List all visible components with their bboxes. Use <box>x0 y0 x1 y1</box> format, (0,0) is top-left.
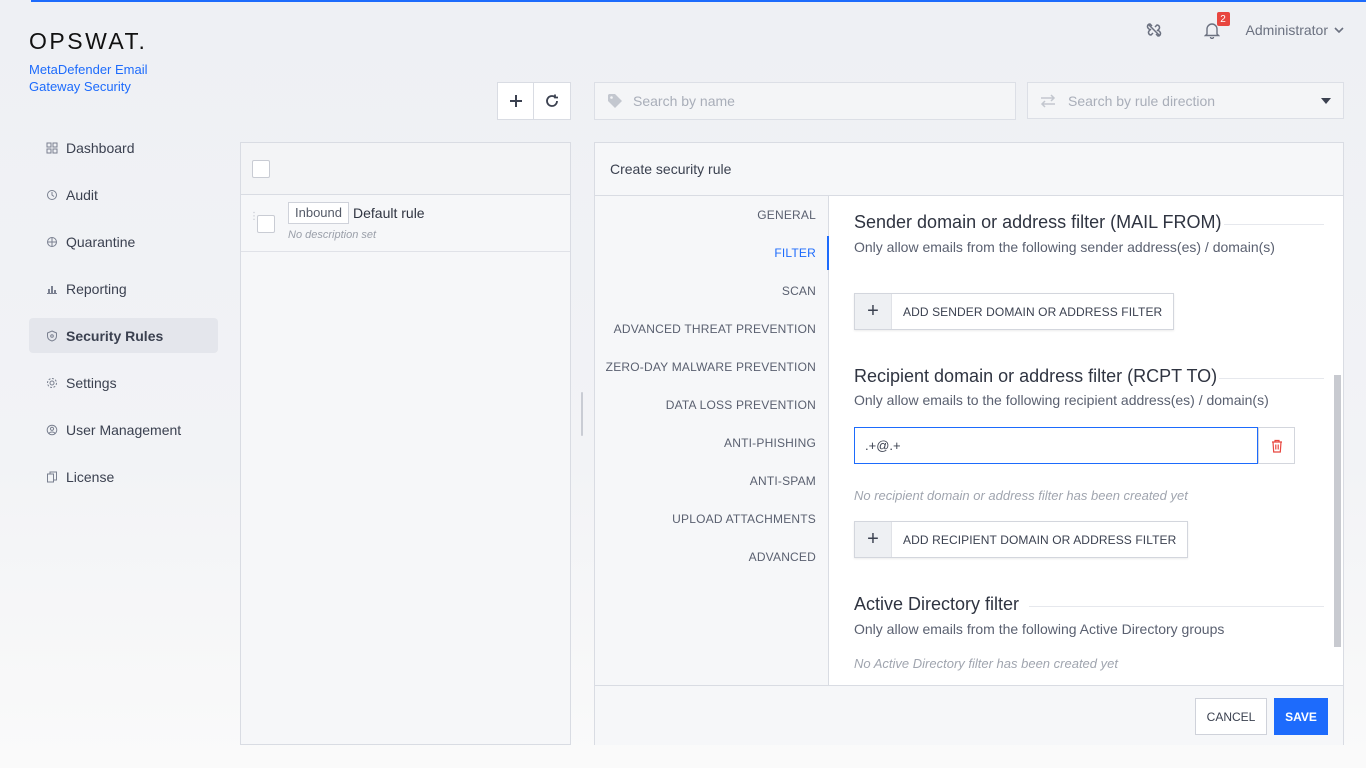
rule-toolbar <box>497 82 571 120</box>
active-directory-filter-subtitle: Only allow emails from the following Act… <box>854 621 1225 637</box>
rule-direction-tag: Inbound <box>288 202 349 224</box>
header-actions: 2 Administrator <box>1142 12 1344 42</box>
plus-icon <box>509 95 522 107</box>
filter-tab-content: Sender domain or address filter (MAIL FR… <box>830 196 1329 685</box>
search-by-name <box>594 82 1016 120</box>
add-rule-button[interactable] <box>497 82 534 120</box>
active-directory-empty-note: No Active Directory filter has been crea… <box>854 656 1118 671</box>
sidebar-item-settings[interactable]: Settings <box>29 365 218 400</box>
active-directory-filter-title: Active Directory filter <box>854 594 1020 614</box>
save-button[interactable]: SAVE <box>1274 698 1328 735</box>
caret-down-icon <box>1321 97 1331 104</box>
user-name: Administrator <box>1245 22 1328 38</box>
recipient-filter-subtitle: Only allow emails to the following recip… <box>854 392 1269 408</box>
sender-filter-title: Sender domain or address filter (MAIL FR… <box>854 212 1222 232</box>
brand-logo: OPSWAT. <box>29 28 148 54</box>
sidebar-item-label: User Management <box>66 421 182 438</box>
rule-description: No description set <box>288 229 377 241</box>
tab-advanced-threat-prevention[interactable]: ADVANCED THREAT PREVENTION <box>595 310 828 348</box>
content-scrollbar[interactable] <box>1334 375 1341 647</box>
top-accent-line <box>31 0 1366 2</box>
rule-row[interactable]: ⋮ Inbound Default rule No description se… <box>241 195 570 252</box>
tab-anti-spam[interactable]: ANTI-SPAM <box>595 462 828 500</box>
plus-icon: + <box>855 522 892 557</box>
sidebar-item-dashboard[interactable]: Dashboard <box>29 130 218 165</box>
add-recipient-filter-button[interactable]: + ADD RECIPIENT DOMAIN OR ADDRESS FILTER <box>854 521 1189 558</box>
recipient-filter-title: Recipient domain or address filter (RCPT… <box>854 366 1218 386</box>
editor-title: Create security rule <box>595 143 1343 196</box>
tab-zero-day-malware-prevention[interactable]: ZERO-DAY MALWARE PREVENTION <box>595 348 828 386</box>
sidebar-item-security-rules[interactable]: Security Rules <box>29 318 218 353</box>
sidebar-item-label: Security Rules <box>66 327 164 344</box>
tab-general[interactable]: GENERAL <box>595 196 828 234</box>
panel-resize-handle[interactable] <box>581 392 583 436</box>
unlink-icon[interactable] <box>1142 18 1166 42</box>
sidebar-item-reporting[interactable]: Reporting <box>29 271 218 306</box>
sidebar-item-label: License <box>66 468 115 485</box>
rule-list-header <box>241 143 570 195</box>
sidebar-item-label: Reporting <box>66 280 127 297</box>
sidebar-item-label: Dashboard <box>66 139 135 156</box>
select-all-checkbox[interactable] <box>252 159 270 178</box>
swap-arrows-icon <box>1040 93 1056 108</box>
tab-advanced[interactable]: ADVANCED <box>595 538 828 576</box>
sender-filter-subtitle: Only allow emails from the following sen… <box>854 239 1275 255</box>
audit-icon <box>46 189 58 201</box>
tab-upload-attachments[interactable]: UPLOAD ATTACHMENTS <box>595 500 828 538</box>
tab-filter[interactable]: FILTER <box>595 234 829 272</box>
cancel-button[interactable]: CANCEL <box>1195 698 1267 735</box>
user-icon <box>46 424 58 436</box>
quarantine-icon <box>46 236 58 248</box>
search-direction-input[interactable] <box>1068 92 1321 109</box>
notification-count-badge: 2 <box>1216 12 1230 26</box>
section-divider <box>1219 378 1324 379</box>
sidebar-item-user-management[interactable]: User Management <box>29 412 218 447</box>
product-name: MetaDefender Email Gateway Security <box>29 62 148 94</box>
chevron-down-icon <box>1334 27 1344 33</box>
gear-icon <box>46 377 58 389</box>
sidebar-item-quarantine[interactable]: Quarantine <box>29 224 218 259</box>
refresh-button[interactable] <box>534 82 571 120</box>
chart-icon <box>46 283 58 295</box>
delete-filter-button[interactable] <box>1258 427 1295 464</box>
search-name-input[interactable] <box>633 93 1015 109</box>
tab-anti-phishing[interactable]: ANTI-PHISHING <box>595 424 828 462</box>
sidebar-nav: Dashboard Audit Quarantine Reporting Sec… <box>29 130 218 506</box>
logo: OPSWAT. MetaDefender Email Gateway Secur… <box>29 28 169 95</box>
plus-icon: + <box>855 294 892 329</box>
user-menu[interactable]: Administrator <box>1246 22 1344 38</box>
rule-name: Default rule <box>353 205 425 221</box>
sidebar-item-label: Settings <box>66 374 117 391</box>
rule-checkbox[interactable] <box>257 215 275 233</box>
tab-scan[interactable]: SCAN <box>595 272 828 310</box>
shield-icon <box>46 329 58 342</box>
rule-editor-panel: Create security rule GENERAL FILTER SCAN… <box>594 142 1344 745</box>
add-recipient-filter-label: ADD RECIPIENT DOMAIN OR ADDRESS FILTER <box>903 532 1177 547</box>
recipient-filter-input[interactable] <box>854 427 1258 464</box>
rule-list: ⋮ Inbound Default rule No description se… <box>240 142 571 745</box>
license-icon <box>46 471 58 483</box>
search-by-direction-select[interactable] <box>1027 82 1344 119</box>
tag-icon <box>608 94 622 108</box>
sidebar-item-license[interactable]: License <box>29 459 218 494</box>
editor-footer: CANCEL SAVE <box>595 685 1343 745</box>
add-sender-filter-button[interactable]: + ADD SENDER DOMAIN OR ADDRESS FILTER <box>854 293 1175 330</box>
editor-tabs: GENERAL FILTER SCAN ADVANCED THREAT PREV… <box>595 196 829 685</box>
trash-icon <box>1271 439 1282 453</box>
section-divider <box>1029 606 1324 607</box>
recipient-empty-note: No recipient domain or address filter ha… <box>854 488 1188 503</box>
tab-data-loss-prevention[interactable]: DATA LOSS PREVENTION <box>595 386 828 424</box>
refresh-icon <box>546 94 558 107</box>
add-sender-filter-label: ADD SENDER DOMAIN OR ADDRESS FILTER <box>903 304 1163 319</box>
section-divider <box>1224 224 1324 225</box>
notifications-bell-icon[interactable]: 2 <box>1200 12 1230 42</box>
grid-icon <box>46 142 58 154</box>
sidebar-item-label: Audit <box>66 186 98 203</box>
sidebar-item-label: Quarantine <box>66 233 136 250</box>
sidebar-item-audit[interactable]: Audit <box>29 177 218 212</box>
